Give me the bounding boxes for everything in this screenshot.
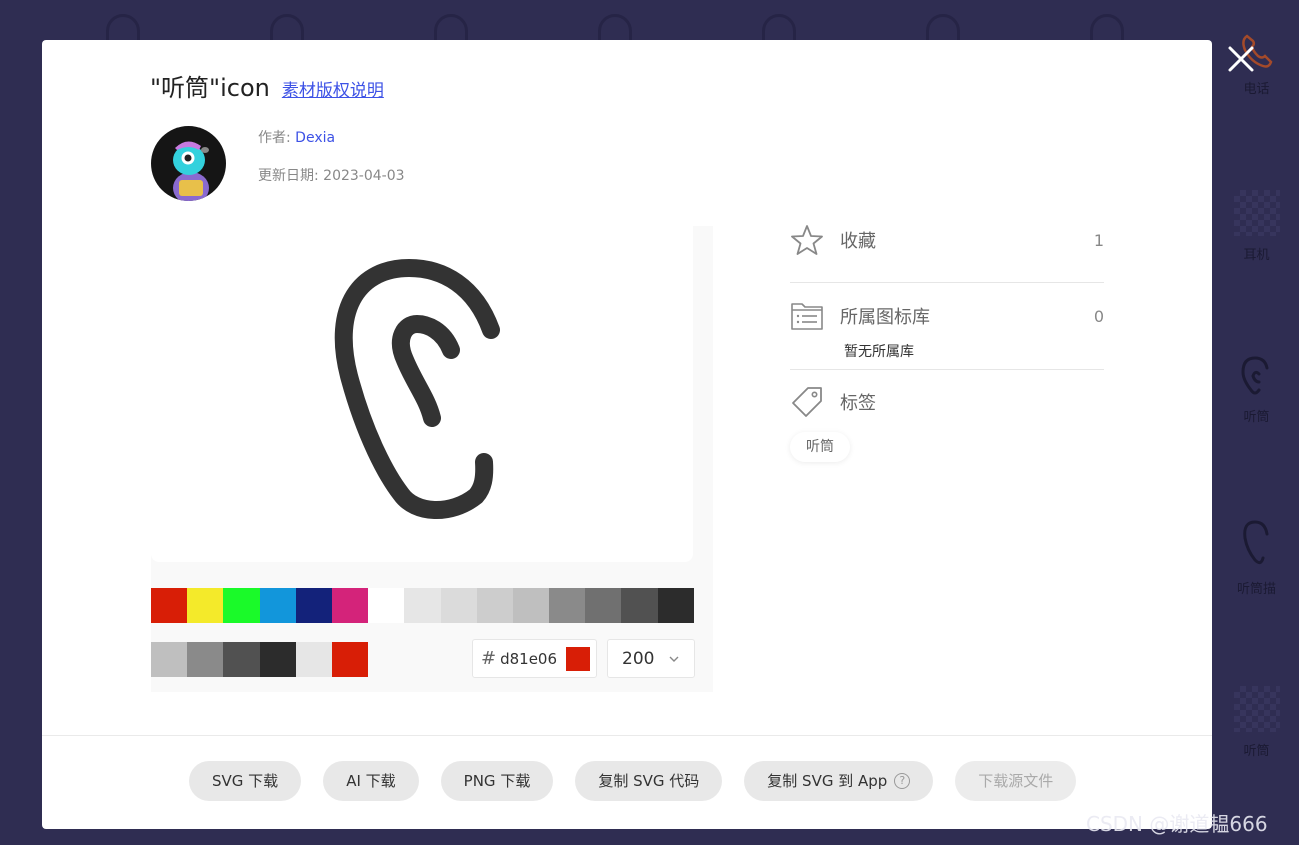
color-swatch[interactable] — [187, 588, 224, 623]
ear-outline-icon — [1242, 520, 1268, 565]
ear-icon — [334, 259, 500, 519]
tags-label: 标签 — [840, 393, 876, 414]
hex-color-input[interactable]: # d81e06 — [472, 639, 597, 678]
icon-title: "听筒"icon — [150, 74, 270, 102]
tag-icon — [792, 387, 822, 417]
chevron-down-icon — [669, 656, 679, 662]
color-swatch[interactable] — [657, 588, 694, 623]
background-item-earpiece-outline[interactable]: 听筒描 — [1214, 518, 1299, 597]
color-palette — [151, 588, 694, 623]
recent-colors — [151, 642, 369, 677]
color-swatch[interactable] — [331, 588, 369, 623]
color-swatch[interactable] — [223, 588, 260, 623]
copy-svg-to-app-button[interactable]: 复制 SVG 到 App ? — [744, 761, 934, 801]
title-row: "听筒"icon 素材版权说明 — [150, 68, 384, 103]
help-icon[interactable]: ? — [894, 773, 911, 789]
library-empty-text: 暂无所属库 — [844, 344, 914, 360]
favorite-row[interactable]: 收藏 1 — [790, 220, 1104, 260]
background-item-label: 听筒描 — [1236, 582, 1276, 597]
png-download-button[interactable]: PNG 下载 — [440, 761, 554, 801]
ai-download-button[interactable]: AI 下载 — [323, 761, 419, 801]
background-item-label: 电话 — [1243, 82, 1270, 97]
background-item-headphone[interactable]: 耳机 — [1214, 190, 1299, 263]
download-source-button: 下载源文件 — [955, 761, 1077, 801]
icon-info-panel: 收藏 1 所属图标库 0 暂无所属库 标签 听筒 — [790, 220, 1104, 462]
color-swatch[interactable] — [368, 588, 405, 623]
background-item-label: 听筒 — [1243, 410, 1270, 425]
updated-date: 2023-04-03 — [323, 168, 405, 184]
current-color-preview[interactable] — [566, 646, 591, 671]
background-icon-list: 电话 耳机 听筒 听筒描 听筒 — [1214, 0, 1299, 845]
color-swatch[interactable] — [512, 588, 550, 623]
watermark: CSDN @谢道韫666 — [1086, 812, 1268, 836]
color-swatch[interactable] — [476, 588, 513, 623]
author-label: 作者: — [258, 130, 291, 146]
folder-list-icon — [791, 303, 823, 330]
copy-svg-code-button[interactable]: 复制 SVG 代码 — [575, 761, 723, 801]
color-swatch[interactable] — [259, 588, 296, 623]
tags-row: 标签 — [790, 382, 1104, 422]
icon-preview — [151, 226, 693, 562]
copyright-link[interactable]: 素材版权说明 — [282, 76, 384, 101]
favorite-count: 1 — [1093, 230, 1104, 250]
star-icon — [791, 225, 823, 255]
hash-symbol: # — [481, 648, 497, 669]
library-row: 所属图标库 0 — [790, 296, 1104, 336]
updated-line: 更新日期: 2023-04-03 — [258, 166, 405, 186]
recent-color-swatch[interactable] — [295, 642, 332, 677]
author-avatar[interactable] — [151, 126, 226, 201]
hex-value[interactable]: d81e06 — [500, 650, 560, 668]
copy-svg-to-app-label: 复制 SVG 到 App — [767, 772, 888, 790]
favorite-label: 收藏 — [840, 231, 876, 252]
recent-color-swatch[interactable] — [187, 642, 224, 677]
size-value: 200 — [622, 648, 655, 669]
close-icon — [1228, 46, 1254, 72]
author-line: 作者: Dexia — [258, 128, 405, 148]
author-meta: 作者: Dexia 更新日期: 2023-04-03 — [258, 128, 405, 186]
color-swatch[interactable] — [440, 588, 477, 623]
background-item-earpiece[interactable]: 听筒 — [1214, 354, 1299, 425]
color-swatch[interactable] — [151, 588, 188, 623]
library-label: 所属图标库 — [840, 307, 930, 328]
download-actions: SVG 下载 AI 下载 PNG 下载 复制 SVG 代码 复制 SVG 到 A… — [189, 761, 1077, 801]
tag-chip[interactable]: 听筒 — [790, 432, 850, 462]
recent-color-swatch[interactable] — [331, 642, 369, 677]
preview-panel: # d81e06 200 — [151, 226, 713, 692]
color-swatch[interactable] — [295, 588, 332, 623]
color-swatch[interactable] — [404, 588, 441, 623]
close-button[interactable] — [1222, 40, 1260, 78]
size-select[interactable]: 200 — [607, 639, 695, 678]
background-item-earpiece-2[interactable]: 听筒 — [1214, 686, 1299, 759]
color-swatch[interactable] — [585, 588, 622, 623]
background-item-label: 听筒 — [1243, 744, 1270, 759]
background-item-label: 耳机 — [1243, 248, 1270, 263]
icon-detail-modal: "听筒"icon 素材版权说明 作者: Dexia 更新日期: 2023-04-… — [42, 40, 1212, 829]
placeholder-icon — [1233, 686, 1280, 732]
placeholder-icon — [1233, 190, 1280, 236]
library-count: 0 — [1093, 306, 1104, 326]
author-link[interactable]: Dexia — [295, 130, 335, 146]
footer-divider — [42, 735, 1212, 736]
color-swatch[interactable] — [621, 588, 658, 623]
recent-color-swatch[interactable] — [151, 642, 188, 677]
recent-color-swatch[interactable] — [223, 642, 260, 677]
svg-download-button[interactable]: SVG 下载 — [189, 761, 302, 801]
avatar-image — [173, 141, 209, 201]
updated-label: 更新日期: — [258, 168, 319, 184]
background-icon-strip — [0, 0, 1299, 44]
color-swatch[interactable] — [549, 588, 586, 623]
recent-color-swatch[interactable] — [259, 642, 296, 677]
ear-icon — [1240, 356, 1268, 395]
